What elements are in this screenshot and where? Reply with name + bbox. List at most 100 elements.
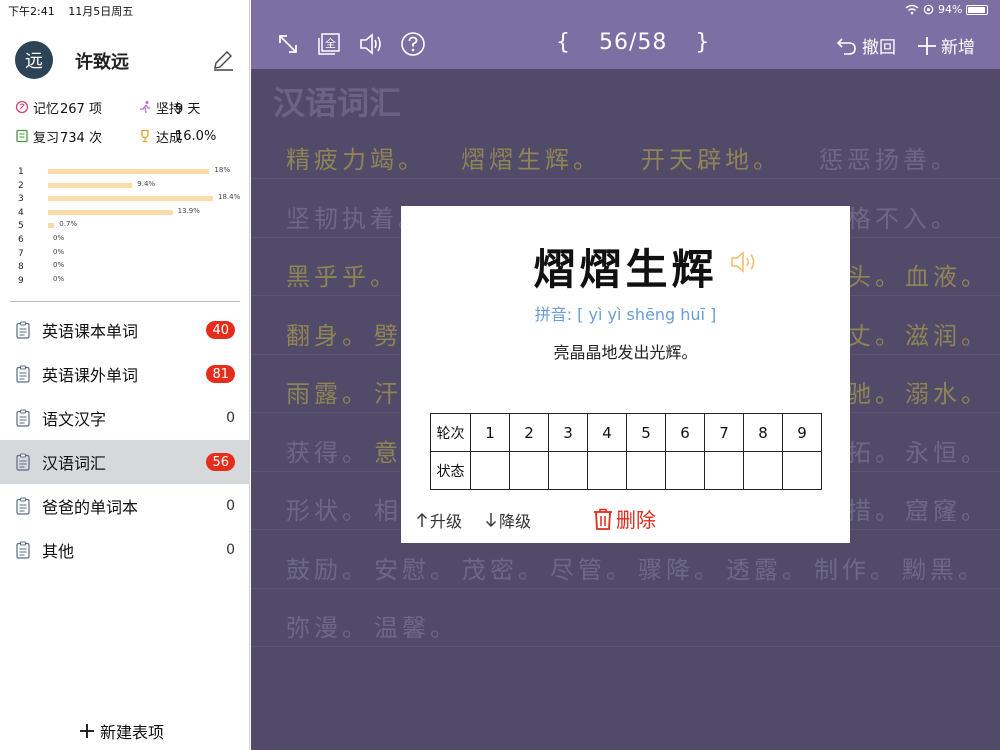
- delete-button[interactable]: 删除: [592, 504, 656, 533]
- status-date: 11月5日周五: [68, 5, 134, 18]
- word-entry[interactable]: 头。: [847, 257, 903, 292]
- word-entry[interactable]: 溺水。: [905, 374, 989, 409]
- status-cell[interactable]: [470, 451, 510, 490]
- word-entry[interactable]: 措。: [847, 491, 903, 526]
- round-cell: 8: [743, 413, 783, 452]
- word-entry[interactable]: 黝黑。: [902, 550, 986, 585]
- help-icon[interactable]: [399, 30, 427, 58]
- word-entry[interactable]: 汗: [374, 374, 402, 409]
- status-cell[interactable]: [587, 451, 627, 490]
- wordbook-label: 汉语词汇: [42, 454, 107, 473]
- card-counter: {56/58}: [556, 30, 710, 55]
- card-word: 熠熠生辉: [533, 245, 718, 294]
- progress-percent: 0%: [53, 274, 65, 283]
- word-entry[interactable]: 驰。: [847, 374, 903, 409]
- wordbook-item[interactable]: 其他 0: [0, 528, 250, 572]
- wordbook-item[interactable]: 英语课本单词 40: [0, 308, 250, 352]
- round-number: 3: [18, 194, 24, 205]
- word-entry[interactable]: 获得。: [286, 433, 370, 468]
- word-entry[interactable]: 黑乎乎。: [286, 257, 398, 292]
- round-number: 5: [18, 221, 24, 232]
- word-entry[interactable]: 尽管。: [550, 550, 634, 585]
- round-number: 6: [18, 234, 24, 245]
- page-title: 汉语词汇: [273, 84, 402, 122]
- progress-row: 8 0%: [18, 261, 248, 276]
- status-bar: 下午2:41 11月5日周五: [8, 3, 143, 19]
- show-all-icon[interactable]: 全: [315, 30, 343, 58]
- status-cell[interactable]: [509, 451, 549, 490]
- avatar[interactable]: 远: [15, 41, 53, 79]
- edit-pencil-icon[interactable]: [211, 48, 235, 72]
- word-entry[interactable]: 弥漫。: [286, 608, 370, 643]
- round-number: 7: [18, 248, 24, 259]
- word-entry[interactable]: 精疲力竭。: [286, 140, 426, 175]
- downgrade-label: 降级: [499, 512, 532, 531]
- sound-icon[interactable]: [357, 30, 385, 58]
- word-entry[interactable]: 制作。: [814, 550, 898, 585]
- new-item-button[interactable]: 新建表项: [78, 719, 164, 743]
- round-table: 轮次 1 2 3 4 5 6 7 8 9 状态: [430, 413, 822, 490]
- wordbook-item[interactable]: 语文汉字 0: [0, 396, 250, 440]
- word-entry[interactable]: 拓。: [847, 433, 903, 468]
- word-entry[interactable]: 意: [374, 433, 402, 468]
- progress-percent: 0%: [53, 261, 65, 270]
- next-card-button[interactable]: }: [695, 30, 710, 55]
- word-entry[interactable]: 相: [374, 491, 402, 526]
- word-entry[interactable]: 骤降。: [638, 550, 722, 585]
- toolbar: 全 {56/58} 撤回 新增: [251, 0, 1000, 69]
- status-cell[interactable]: [626, 451, 666, 490]
- word-entry[interactable]: 形状。: [286, 491, 370, 526]
- add-label: 新增: [941, 38, 975, 58]
- word-entry[interactable]: 丈。: [847, 316, 903, 351]
- full-glyph: 全: [325, 36, 336, 50]
- wordbook-item[interactable]: 爸爸的单词本 0: [0, 484, 250, 528]
- word-entry[interactable]: 安慰。: [374, 550, 458, 585]
- word-entry[interactable]: 熠熠生辉。: [461, 140, 601, 175]
- status-cell[interactable]: [665, 451, 705, 490]
- status-cell[interactable]: [743, 451, 783, 490]
- word-entry[interactable]: 劈: [374, 316, 402, 351]
- round-number: 1: [18, 167, 24, 177]
- progress-percent: 9.4%: [137, 179, 156, 188]
- downgrade-button[interactable]: 降级: [485, 508, 531, 532]
- prev-card-button[interactable]: {: [556, 30, 571, 55]
- wordbook-label: 英语课外单词: [42, 366, 139, 385]
- stat-persist-value: 9 天: [175, 101, 201, 117]
- progress-percent: 18%: [214, 166, 230, 174]
- add-button[interactable]: 新增: [917, 33, 975, 58]
- trophy-icon: [141, 129, 149, 143]
- wordbook-item[interactable]: 英语课外单词 81: [0, 352, 250, 396]
- count-badge: 40: [206, 321, 235, 339]
- wordbook-item[interactable]: 汉语词汇 56: [0, 440, 250, 484]
- speaker-icon[interactable]: [729, 248, 759, 276]
- progress-bar: [48, 182, 133, 188]
- word-entry[interactable]: 窟窿。: [905, 491, 989, 526]
- round-number: 2: [18, 180, 24, 191]
- count-text: 0: [226, 542, 235, 558]
- expand-icon[interactable]: [274, 30, 302, 58]
- word-entry[interactable]: 永恒。: [905, 433, 989, 468]
- word-entry[interactable]: 温馨。: [374, 608, 458, 643]
- stat-achieve-value: 16.0%: [175, 128, 217, 144]
- status-cell[interactable]: [704, 451, 744, 490]
- plus-icon: [918, 36, 936, 55]
- word-entry[interactable]: 开天辟地。: [641, 140, 781, 175]
- status-cell[interactable]: [782, 451, 822, 490]
- upgrade-button[interactable]: 升级: [416, 508, 462, 532]
- word-entry[interactable]: 透露。: [726, 550, 810, 585]
- word-entry[interactable]: 惩恶扬善。: [819, 140, 959, 175]
- card-meaning: 亮晶晶地发出光辉。: [553, 343, 698, 362]
- sidebar: 下午2:41 11月5日周五 远 许致远 记忆 267 项 坚持 9 天 复习 …: [0, 0, 250, 750]
- word-entry[interactable]: 滋润。: [905, 316, 989, 351]
- progress-row: 3 18.4%: [18, 193, 248, 208]
- divider: [10, 301, 240, 302]
- progress-bar: [48, 196, 213, 202]
- word-entry[interactable]: 鼓励。: [286, 550, 370, 585]
- word-entry[interactable]: 茂密。: [462, 550, 546, 585]
- undo-button[interactable]: 撤回: [836, 33, 896, 58]
- word-entry[interactable]: 雨露。: [286, 374, 370, 409]
- word-entry[interactable]: 血液。: [905, 257, 989, 292]
- wordbook-label: 爸爸的单词本: [42, 498, 139, 517]
- status-cell[interactable]: [548, 451, 588, 490]
- word-entry[interactable]: 翻身。: [286, 316, 370, 351]
